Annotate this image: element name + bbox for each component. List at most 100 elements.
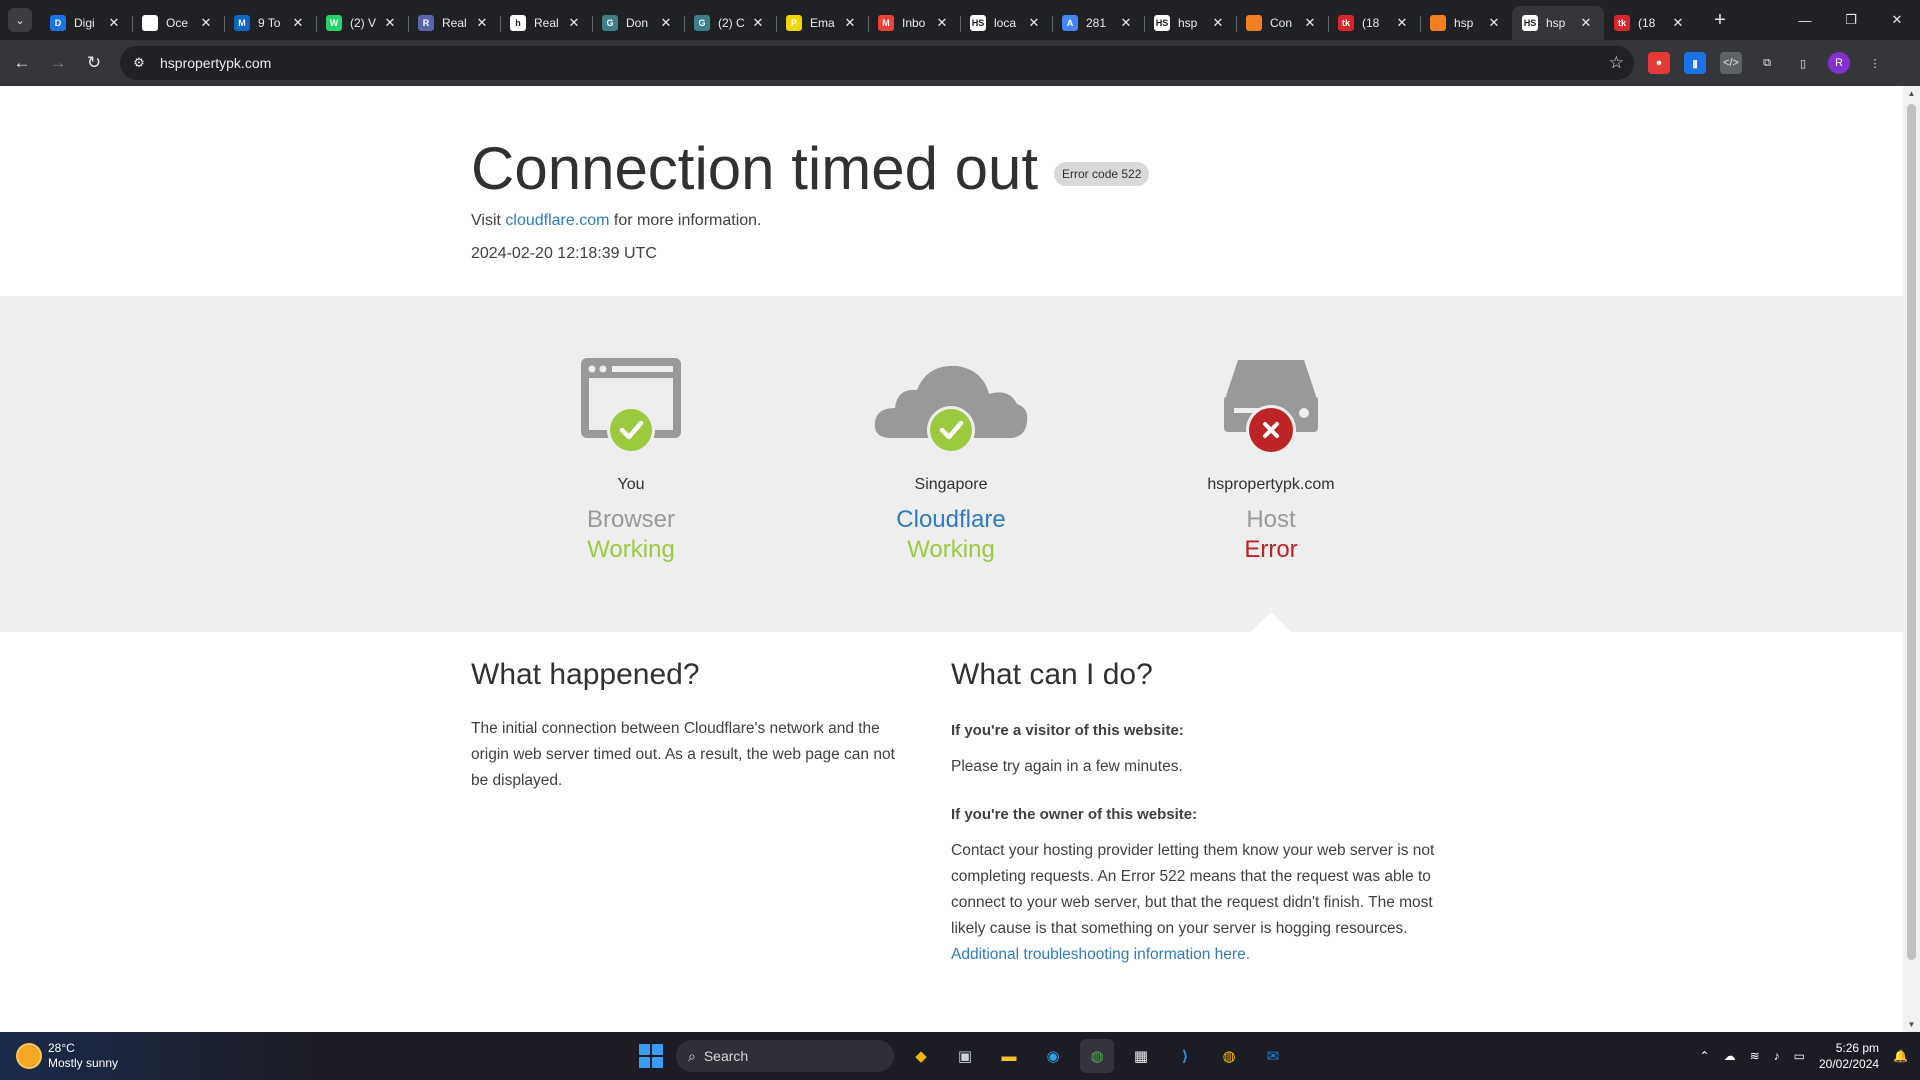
scroll-down-arrow[interactable]: ▼ [1903, 1020, 1920, 1029]
extension-code-icon[interactable]: </> [1720, 52, 1742, 74]
tab-close-icon[interactable]: ✕ [290, 15, 306, 31]
page-scrollbar[interactable]: ▲ ▼ [1903, 86, 1920, 1032]
chrome-icon[interactable]: ◍ [1212, 1039, 1246, 1073]
wifi-icon[interactable]: ≋ [1750, 1049, 1760, 1063]
browser-location: You [617, 476, 645, 493]
browser-tab[interactable]: Con ✕ [1236, 6, 1328, 40]
outlook-icon[interactable]: ✉ [1256, 1039, 1290, 1073]
cloudflare-location: Singapore [914, 476, 988, 493]
weather-widget[interactable]: 28°C Mostly sunny [0, 1032, 320, 1080]
tab-title: hsp [1546, 16, 1566, 30]
tab-favicon-icon: G [602, 15, 618, 31]
tab-close-icon[interactable]: ✕ [106, 15, 122, 31]
tab-close-icon[interactable]: ✕ [1026, 15, 1042, 31]
forward-button[interactable]: → [40, 45, 76, 81]
tab-close-icon[interactable]: ✕ [474, 15, 490, 31]
notification-bell-icon[interactable]: 🔔 [1893, 1049, 1908, 1063]
owner-answer: Contact your hosting provider letting th… [951, 838, 1436, 968]
scroll-up-arrow[interactable]: ▲ [1903, 89, 1920, 98]
address-bar[interactable]: ⚙ hspropertypk.com ☆ [120, 46, 1634, 80]
tab-title: 9 To [258, 16, 281, 30]
tab-close-icon[interactable]: ✕ [1118, 15, 1134, 31]
tab-title: Digi [74, 16, 95, 30]
tab-close-icon[interactable]: ✕ [1210, 15, 1226, 31]
browser-tab[interactable]: R Real ✕ [408, 6, 500, 40]
weather-text: 28°C Mostly sunny [48, 1041, 118, 1071]
extensions-puzzle-icon[interactable]: ⧉ [1756, 52, 1778, 74]
tab-close-icon[interactable]: ✕ [1578, 15, 1594, 31]
tab-close-icon[interactable]: ✕ [566, 15, 582, 31]
browser-tab[interactable]: HS hsp ✕ [1512, 6, 1604, 40]
volume-icon[interactable]: ♪ [1774, 1049, 1780, 1063]
tab-search-button[interactable]: ⌄ [8, 8, 32, 32]
browser-tab[interactable]: HS loca ✕ [960, 6, 1052, 40]
windows-taskbar: 28°C Mostly sunny ⌕ Search ◆ ▣ ▬ ◉ ◍ ▦ ⟩… [0, 1032, 1920, 1080]
browser-tab[interactable]: D Digi ✕ [40, 6, 132, 40]
cloudflare-label[interactable]: Cloudflare [801, 506, 1101, 534]
tab-title: Ema [810, 16, 835, 30]
side-panel-icon[interactable]: ▯ [1792, 52, 1814, 74]
chrome-profile-icon[interactable]: ◍ [1080, 1039, 1114, 1073]
start-button[interactable] [636, 1041, 666, 1071]
browser-tab[interactable]: tk (18 ✕ [1328, 6, 1420, 40]
tab-favicon-icon: P [786, 15, 802, 31]
browser-tab[interactable]: G Don ✕ [592, 6, 684, 40]
tab-favicon-icon: HS [1522, 15, 1538, 31]
task-view-icon[interactable]: ▣ [948, 1039, 982, 1073]
browser-tab[interactable]: W (2) V ✕ [316, 6, 408, 40]
tab-close-icon[interactable]: ✕ [1302, 15, 1318, 31]
browser-tab[interactable]: hsp ✕ [1420, 6, 1512, 40]
microsoft-store-icon[interactable]: ▦ [1124, 1039, 1158, 1073]
browser-tab[interactable]: M Inbo ✕ [868, 6, 960, 40]
url-text[interactable]: hspropertypk.com [160, 55, 1609, 71]
battery-icon[interactable]: ▭ [1794, 1049, 1805, 1063]
taskbar-apps: ⌕ Search ◆ ▣ ▬ ◉ ◍ ▦ ⟩ ◍ ✉ [636, 1032, 1290, 1080]
scroll-thumb[interactable] [1907, 104, 1916, 960]
restore-button[interactable]: ❐ [1828, 0, 1874, 40]
site-info-icon[interactable]: ⚙ [130, 55, 148, 71]
browser-tab[interactable]: G (2) C ✕ [684, 6, 776, 40]
tab-close-icon[interactable]: ✕ [750, 15, 766, 31]
onedrive-cloud-icon[interactable]: ☁ [1724, 1049, 1736, 1063]
edge-browser-icon[interactable]: ◉ [1036, 1039, 1070, 1073]
tab-title: (2) V [350, 16, 377, 30]
owner-question: If you're the owner of this website: [951, 806, 1198, 823]
tab-close-icon[interactable]: ✕ [382, 15, 398, 31]
extension-red-icon[interactable]: ● [1648, 52, 1670, 74]
close-window-button[interactable]: ✕ [1874, 0, 1920, 40]
tab-close-icon[interactable]: ✕ [198, 15, 214, 31]
tab-close-icon[interactable]: ✕ [1394, 15, 1410, 31]
file-explorer-icon[interactable]: ▬ [992, 1039, 1026, 1073]
browser-tab[interactable]: Oce ✕ [132, 6, 224, 40]
browser-tab[interactable]: M 9 To ✕ [224, 6, 316, 40]
reload-button[interactable]: ↻ [76, 45, 112, 81]
error-code-badge: Error code 522 [1054, 161, 1150, 186]
minimize-button[interactable]: — [1782, 0, 1828, 40]
tab-close-icon[interactable]: ✕ [658, 15, 674, 31]
tray-overflow-chevron-icon[interactable]: ⌃ [1700, 1049, 1710, 1063]
browser-tab[interactable]: HS hsp ✕ [1144, 6, 1236, 40]
new-tab-button[interactable]: + [1706, 9, 1734, 32]
page-viewport: Connection timed out Error code 522 Visi… [0, 86, 1920, 1032]
browser-tab[interactable]: P Ema ✕ [776, 6, 868, 40]
browser-tab[interactable]: A 281 ✕ [1052, 6, 1144, 40]
extension-blue-icon[interactable]: ▮ [1684, 52, 1706, 74]
tab-close-icon[interactable]: ✕ [1670, 15, 1686, 31]
profile-avatar[interactable]: R [1828, 52, 1850, 74]
troubleshooting-link[interactable]: Additional troubleshooting information h… [951, 946, 1250, 963]
tab-close-icon[interactable]: ✕ [934, 15, 950, 31]
tab-close-icon[interactable]: ✕ [1486, 15, 1502, 31]
vscode-icon[interactable]: ⟩ [1168, 1039, 1202, 1073]
menu-kebab-icon[interactable]: ⋮ [1864, 52, 1886, 74]
browser-tab[interactable]: tk (18 ✕ [1604, 6, 1696, 40]
taskbar-search[interactable]: ⌕ Search [676, 1040, 894, 1072]
browser-tab[interactable]: h Real ✕ [500, 6, 592, 40]
cloudflare-link[interactable]: cloudflare.com [505, 212, 609, 229]
tab-close-icon[interactable]: ✕ [842, 15, 858, 31]
tab-favicon-icon: HS [1154, 15, 1170, 31]
widgets-app-icon[interactable]: ◆ [904, 1039, 938, 1073]
clock[interactable]: 5:26 pm 20/02/2024 [1819, 1040, 1879, 1072]
back-button[interactable]: ← [4, 45, 40, 81]
tab-favicon-icon: M [878, 15, 894, 31]
bookmark-star-icon[interactable]: ☆ [1609, 53, 1624, 73]
